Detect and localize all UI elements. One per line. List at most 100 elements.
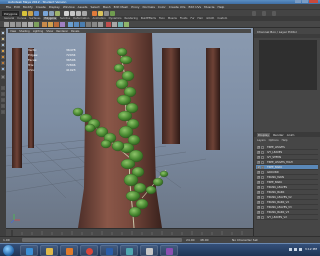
layer-menu-layers[interactable]: Layers — [257, 139, 266, 142]
shelf-tab-muscle[interactable]: Muscle — [168, 17, 177, 20]
layer-visibility-toggle[interactable]: V — [257, 215, 260, 219]
minimize-button[interactable] — [295, 0, 301, 3]
layer-playback-toggle[interactable] — [261, 200, 264, 204]
menu-create[interactable]: Create — [36, 5, 46, 9]
shelf-tab-animation[interactable]: Animation — [92, 17, 105, 20]
persp-graph-layout-icon[interactable] — [1, 104, 5, 108]
layer-playback-toggle[interactable] — [261, 180, 264, 184]
layer-visibility-toggle[interactable]: V — [257, 175, 260, 179]
start-button[interactable] — [3, 245, 14, 256]
menu-normals[interactable]: Normals — [143, 5, 155, 9]
scale-tool-icon[interactable] — [1, 61, 5, 65]
taskbar-media-player[interactable] — [60, 245, 78, 256]
layer-playback-toggle[interactable] — [261, 195, 264, 199]
layer-visibility-toggle[interactable]: V — [257, 185, 260, 189]
character-set-field[interactable]: No Character Set — [232, 238, 258, 242]
layer-row[interactable]: V IVY_LEAVES_V2 — [256, 215, 318, 220]
shelf-tab-ncloth[interactable]: nCloth — [206, 17, 214, 20]
shelf-buttons[interactable] — [0, 21, 320, 28]
side-by-side-layout-icon[interactable] — [1, 98, 5, 102]
four-view-layout-icon[interactable] — [1, 92, 5, 96]
channel-box-attributes[interactable] — [259, 40, 317, 90]
layer-playback-toggle[interactable] — [261, 145, 264, 149]
shelf-tab-toon[interactable]: Toon — [159, 17, 165, 20]
menu-proxy[interactable]: Proxy — [131, 5, 139, 9]
layer-playback-toggle[interactable] — [261, 170, 264, 174]
rotate-tool-icon[interactable] — [1, 55, 5, 59]
layer-menu-options[interactable]: Options — [269, 139, 279, 142]
shelf-tab-rendering[interactable]: Rendering — [124, 17, 137, 20]
layer-playback-toggle[interactable] — [261, 205, 264, 209]
layer-visibility-toggle[interactable]: V — [257, 190, 260, 194]
menu-edit-uvs[interactable]: Edit UVs — [189, 5, 202, 9]
layer-playback-toggle[interactable] — [261, 155, 264, 159]
volume-icon[interactable] — [294, 248, 297, 251]
layer-playback-toggle[interactable] — [261, 185, 264, 189]
layer-playback-toggle[interactable] — [261, 190, 264, 194]
taskbar-explorer[interactable] — [40, 245, 58, 256]
lasso-tool-icon[interactable] — [1, 37, 5, 41]
single-view-layout-icon[interactable] — [1, 86, 5, 90]
layer-playback-toggle[interactable] — [261, 210, 264, 214]
layer-playback-toggle[interactable] — [261, 160, 264, 164]
taskbar-photoshop[interactable] — [100, 245, 118, 256]
menu-color[interactable]: Color — [158, 5, 166, 9]
network-icon[interactable] — [289, 248, 292, 251]
menu-file[interactable]: File — [6, 5, 11, 9]
layer-visibility-toggle[interactable]: V — [257, 145, 260, 149]
layer-menu-help[interactable]: Help — [282, 139, 288, 142]
layer-visibility-toggle[interactable]: V — [257, 195, 260, 199]
flag-icon[interactable] — [299, 248, 302, 251]
layer-visibility-toggle[interactable]: V — [257, 200, 260, 204]
shelf-tab-painteffects[interactable]: PaintEffects — [141, 17, 156, 20]
start-time-field[interactable]: 1.00 — [3, 238, 10, 242]
shelf-tab-custom[interactable]: Custom — [217, 17, 227, 20]
shelf-tab-general[interactable]: General — [4, 17, 14, 20]
maximize-button[interactable] — [302, 0, 308, 3]
layer-playback-toggle[interactable] — [261, 150, 264, 154]
paint-select-tool-icon[interactable] — [1, 43, 5, 47]
shelf-tab-subdivs[interactable]: Subdivs — [60, 17, 70, 20]
manipulator-tool-icon[interactable] — [1, 67, 5, 71]
layer-playback-toggle[interactable] — [261, 175, 264, 179]
menu-edit[interactable]: Edit — [14, 5, 20, 9]
taskbar-clock[interactable]: 3:12 PM — [305, 247, 317, 251]
layer-visibility-toggle[interactable]: V — [257, 210, 260, 214]
range-end-field[interactable]: 48.00 — [200, 238, 209, 242]
select-tool-icon[interactable] — [1, 31, 5, 35]
last-tool-icon[interactable] — [1, 75, 5, 79]
taskbar-zbrush[interactable] — [140, 245, 158, 256]
layer-tab-anim[interactable]: Anim — [287, 133, 295, 137]
menu-muscle[interactable]: Muscle — [204, 5, 214, 9]
persp-outliner-layout-icon[interactable] — [1, 110, 5, 114]
layer-playback-toggle[interactable] — [261, 215, 264, 219]
menu-mesh[interactable]: Mesh — [103, 5, 111, 9]
range-slider[interactable] — [22, 238, 182, 242]
menu-window[interactable]: Window — [63, 5, 75, 9]
end-time-field[interactable]: 24.00 — [186, 238, 195, 242]
layer-visibility-toggle[interactable]: V — [257, 160, 260, 164]
layer-playback-toggle[interactable] — [261, 165, 264, 169]
scene-canvas[interactable] — [6, 28, 253, 228]
shelf-tab-surfaces[interactable]: Surfaces — [29, 17, 40, 20]
time-slider[interactable] — [6, 228, 253, 236]
taskbar-ie[interactable] — [20, 245, 38, 256]
shelf-tab-polygons[interactable]: Polygons — [43, 17, 58, 20]
shelf-tab-fluids[interactable]: Fluids — [180, 17, 188, 20]
menu-modify[interactable]: Modify — [23, 5, 33, 9]
move-tool-icon[interactable] — [1, 49, 5, 53]
menu-display[interactable]: Display — [49, 5, 60, 9]
taskbar-maya[interactable] — [120, 245, 138, 256]
layer-visibility-toggle[interactable]: V — [257, 180, 260, 184]
shelf-tab-deformation[interactable]: Deformation — [73, 17, 89, 20]
layer-visibility-toggle[interactable]: V — [257, 205, 260, 209]
shelf-tab-curves[interactable]: Curves — [17, 17, 26, 20]
shelf-tab-dynamics[interactable]: Dynamics — [109, 17, 122, 20]
close-button[interactable] — [309, 0, 318, 3]
shelf-tab-fur[interactable]: Fur — [190, 17, 194, 20]
layer-tab-display[interactable]: Display — [257, 132, 271, 137]
shelf-tab-hair[interactable]: Hair — [198, 17, 203, 20]
perspective-viewport[interactable]: View Shading Lighting Show Renderer Panels — [6, 28, 253, 228]
taskbar-mudbox[interactable] — [160, 245, 178, 256]
menu-edit-mesh[interactable]: Edit Mesh — [114, 5, 129, 9]
